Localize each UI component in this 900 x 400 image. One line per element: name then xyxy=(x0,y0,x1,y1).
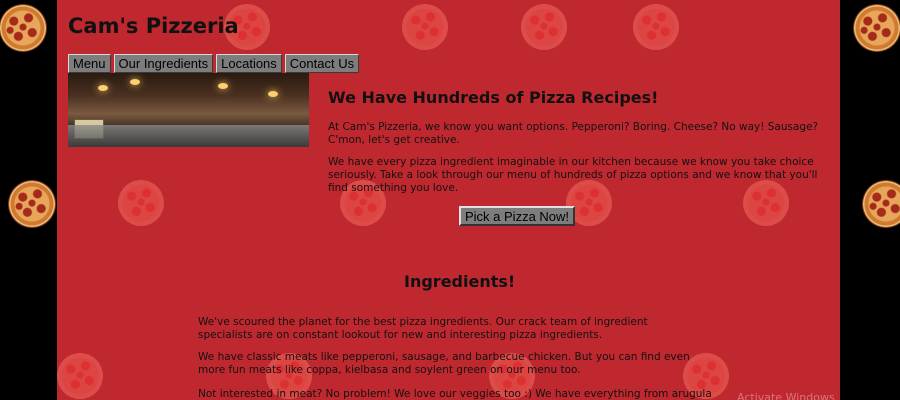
nav-locations-button[interactable]: Locations xyxy=(216,54,282,73)
ingredients-paragraph: We have classic meats like pepperoni, sa… xyxy=(198,351,690,376)
pizza-icon xyxy=(9,181,55,227)
ingredients-paragraph: Not interested in meat? No problem! We l… xyxy=(198,388,712,400)
ingredients-heading: Ingredients! xyxy=(404,272,516,291)
hero-paragraph: We have every pizza ingredient imaginabl… xyxy=(328,156,818,194)
pizza-icon xyxy=(0,5,46,51)
site-title: Cam's Pizzeria xyxy=(68,14,239,38)
pick-a-pizza-button[interactable]: Pick a Pizza Now! xyxy=(459,206,576,226)
pizza-icon xyxy=(57,353,103,399)
hero-headline: We Have Hundreds of Pizza Recipes! xyxy=(328,88,659,107)
nav-contact-us-button[interactable]: Contact Us xyxy=(284,54,360,73)
pizza-icon xyxy=(118,180,164,226)
pizzeria-photo xyxy=(68,73,309,147)
nav-our-ingredients-button[interactable]: Our Ingredients xyxy=(113,54,214,73)
ingredients-paragraph: We've scoured the planet for the best pi… xyxy=(198,316,648,341)
pizza-icon xyxy=(521,4,567,50)
hero-paragraph: At Cam's Pizzeria, we know you want opti… xyxy=(328,121,819,146)
activate-windows-watermark: Activate Windows xyxy=(737,391,835,400)
page-content-area: Cam's Pizzeria Menu Our Ingredients Loca… xyxy=(57,0,840,400)
pizza-icon xyxy=(633,4,679,50)
nav-bar: Menu Our Ingredients Locations Contact U… xyxy=(68,54,360,73)
pizza-icon xyxy=(854,5,900,51)
pizza-icon xyxy=(402,4,448,50)
pizza-icon xyxy=(863,181,900,227)
nav-menu-button[interactable]: Menu xyxy=(68,54,111,73)
